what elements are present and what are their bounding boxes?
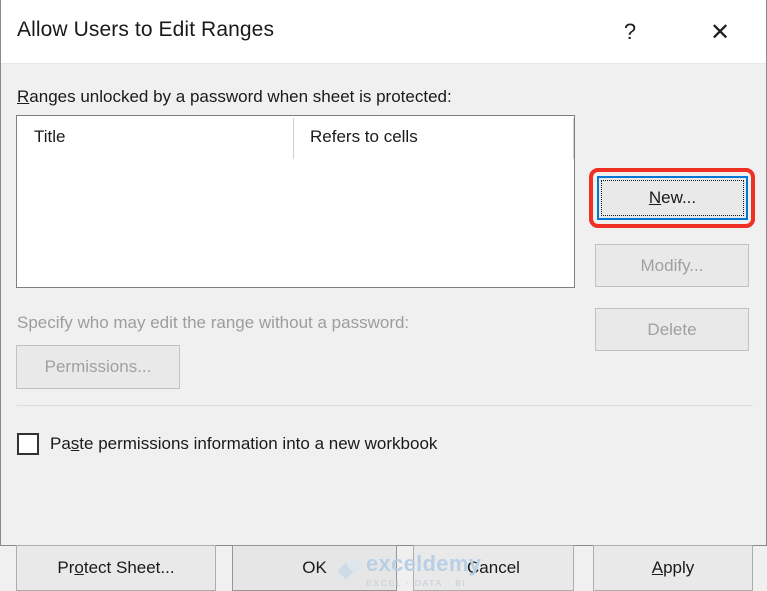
modify-button[interactable]: Modify...: [595, 244, 749, 287]
close-icon[interactable]: ✕: [690, 0, 750, 64]
protect-sheet-button[interactable]: Protect Sheet...: [16, 545, 216, 591]
paste-permissions-checkbox-row[interactable]: Paste permissions information into a new…: [17, 433, 437, 455]
ok-button-label: OK: [302, 558, 327, 577]
paste-permissions-label: Paste permissions information into a new…: [50, 434, 438, 453]
column-header-refers-to-cells[interactable]: Refers to cells: [310, 127, 418, 147]
section-divider: [17, 405, 753, 406]
delete-button-label: Delete: [647, 319, 697, 339]
ranges-label-rest: anges unlocked by a password when sheet …: [29, 87, 452, 106]
apply-button[interactable]: Apply: [593, 545, 753, 591]
ranges-label: Ranges unlocked by a password when sheet…: [17, 87, 452, 107]
paste-permissions-checkbox[interactable]: [17, 433, 39, 455]
specify-label: Specify who may edit the range without a…: [17, 313, 410, 332]
ok-button[interactable]: OK: [232, 545, 397, 591]
modify-button-label: Modify...: [640, 255, 704, 275]
column-header-title[interactable]: Title: [34, 127, 66, 147]
dialog-title: Allow Users to Edit Ranges: [17, 18, 275, 41]
ranges-listbox[interactable]: Title Refers to cells: [16, 115, 575, 288]
allow-users-to-edit-ranges-dialog: Allow Users to Edit Ranges ? ✕ Ranges un…: [0, 0, 767, 591]
help-icon[interactable]: ?: [600, 0, 660, 64]
column-divider: [293, 118, 294, 159]
dialog-body: Ranges unlocked by a password when sheet…: [1, 64, 766, 591]
dialog-titlebar: Allow Users to Edit Ranges ? ✕: [1, 0, 766, 64]
cancel-button-label: Cancel: [467, 558, 520, 577]
protect-sheet-button-label: Protect Sheet...: [57, 558, 175, 577]
apply-button-label: Apply: [651, 558, 695, 577]
permissions-button[interactable]: Permissions...: [16, 345, 180, 389]
delete-button[interactable]: Delete: [595, 308, 749, 351]
cancel-button[interactable]: Cancel: [413, 545, 574, 591]
ranges-label-accel: R: [17, 87, 30, 106]
new-button-label: New...: [648, 188, 697, 207]
permissions-button-label: Permissions...: [44, 357, 152, 376]
column-divider-end: [573, 118, 574, 159]
new-button[interactable]: New...: [597, 176, 748, 220]
